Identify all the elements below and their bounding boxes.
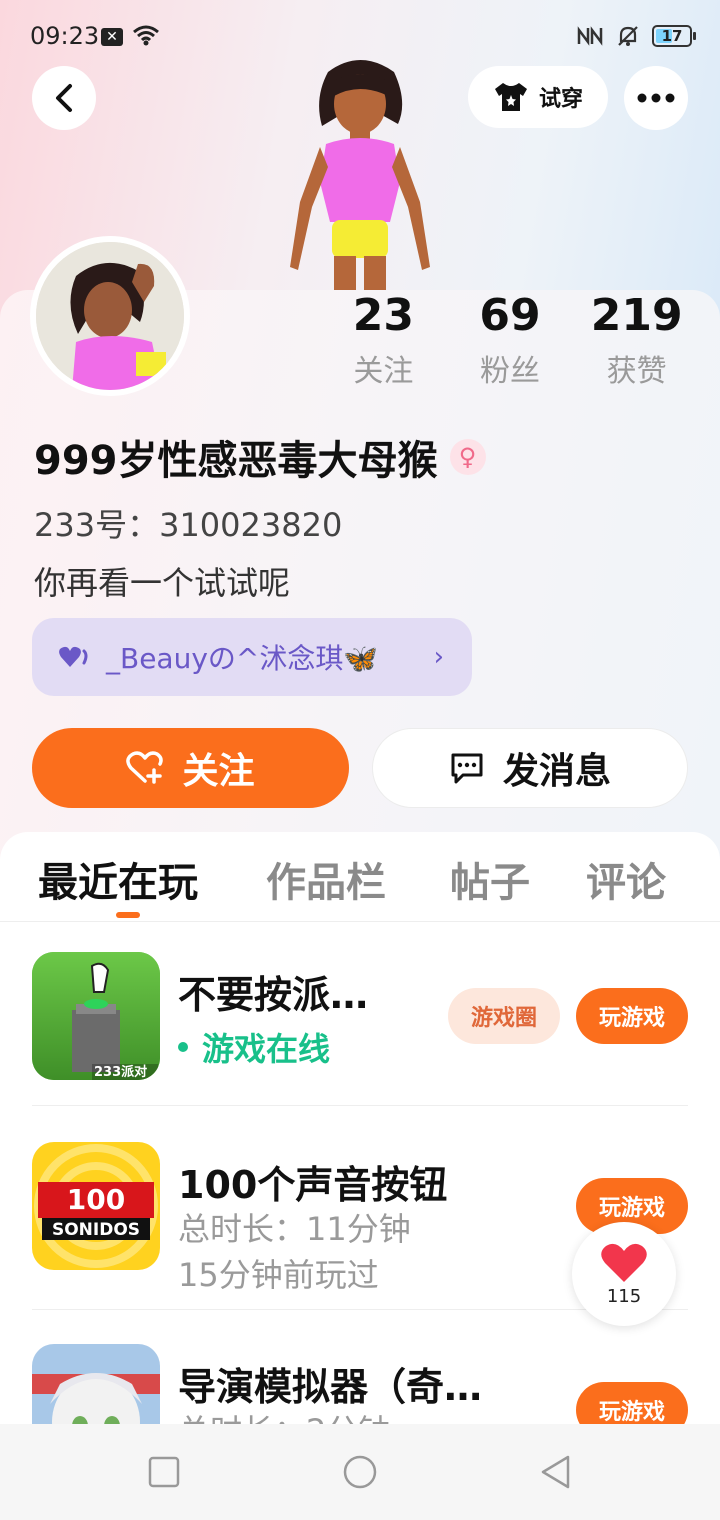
stat-likes[interactable]: 219 获赞 xyxy=(573,290,700,390)
back-triangle-icon[interactable] xyxy=(538,1454,574,1490)
tshirt-icon xyxy=(494,83,527,111)
chevron-left-icon xyxy=(56,84,72,112)
game-icon-label: 233派对 xyxy=(94,1064,147,1080)
game-list-item[interactable]: 233派对 不要按派… 游戏在线 游戏圈 玩游戏 xyxy=(32,952,688,1106)
nfc-icon xyxy=(577,26,603,46)
tab-works[interactable]: 作品栏 xyxy=(266,850,386,908)
game-circle-button[interactable]: 游戏圈 xyxy=(448,988,560,1044)
stat-likes-label: 获赞 xyxy=(606,354,667,389)
play-game-button[interactable]: 玩游戏 xyxy=(576,988,688,1044)
game-list-item[interactable]: 导演模拟器（奇… 总时长：2分钟 玩游戏 xyxy=(32,1344,688,1432)
stat-followers-count: 69 xyxy=(479,290,541,341)
more-options-button[interactable] xyxy=(624,66,688,130)
like-count: 115 xyxy=(606,1285,642,1307)
avatar-image xyxy=(36,242,184,390)
game-icon: 100 SONIDOS xyxy=(32,1142,160,1270)
username: 999岁性感恶毒大母猴 ♀ xyxy=(34,428,486,486)
game-icon-number: 100 xyxy=(67,1183,125,1216)
try-on-label: 试穿 xyxy=(538,87,583,112)
heart-plus-icon xyxy=(126,751,164,784)
tab-bar: 最近在玩 作品栏 帖子 评论 xyxy=(0,832,720,922)
game-title: 不要按派… xyxy=(178,973,369,1017)
like-float-button[interactable]: 115 xyxy=(572,1222,676,1326)
send-message-label: 发消息 xyxy=(502,751,611,792)
game-title: 100个声音按钮 xyxy=(178,1163,448,1207)
avatar[interactable] xyxy=(30,236,190,396)
back-button[interactable] xyxy=(32,66,96,130)
wifi-icon xyxy=(133,25,159,46)
active-tab-indicator xyxy=(116,912,140,918)
stat-following-label: 关注 xyxy=(353,354,414,389)
game-icon xyxy=(32,1344,160,1432)
game-online-label: 游戏在线 xyxy=(202,1030,331,1068)
mute-bell-icon xyxy=(618,26,638,46)
couple-tag-label: _Beauyの^沭念琪🦋 xyxy=(106,642,379,675)
heart-icon xyxy=(601,1243,647,1282)
avatar-character-image xyxy=(290,60,430,292)
follow-label: 关注 xyxy=(182,751,255,792)
tab-comments[interactable]: 评论 xyxy=(586,850,666,908)
game-online-status: 游戏在线 xyxy=(178,1024,330,1070)
content-panel: 最近在玩 作品栏 帖子 评论 233派对 不要按派… 游戏在线 游戏圈 玩游戏 … xyxy=(0,832,720,1432)
stat-followers-label: 粉丝 xyxy=(480,354,540,389)
more-dots-icon xyxy=(637,93,675,103)
system-navigation-bar xyxy=(0,1424,720,1520)
follow-button[interactable]: 关注 xyxy=(32,728,349,808)
online-dot-icon xyxy=(178,1042,188,1052)
game-last-played: 15分钟前玩过 xyxy=(178,1256,379,1294)
stat-followers[interactable]: 69 粉丝 xyxy=(447,290,574,390)
tab-recently-played[interactable]: 最近在玩 xyxy=(38,850,198,908)
game-icon-subtitle: SONIDOS xyxy=(52,1220,140,1240)
try-on-button[interactable]: 试穿 xyxy=(468,66,608,128)
bio: 你再看一个试试呢 xyxy=(34,564,291,602)
game-icon: 233派对 xyxy=(32,952,160,1080)
tab-posts[interactable]: 帖子 xyxy=(450,850,530,908)
user-id[interactable]: 233号：310023820 xyxy=(34,500,342,546)
stat-following-count: 23 xyxy=(352,290,414,341)
game-title: 导演模拟器（奇… xyxy=(178,1365,483,1409)
stat-following[interactable]: 23 关注 xyxy=(320,290,447,390)
username-text: 999岁性感恶毒大母猴 xyxy=(34,438,438,484)
home-icon[interactable] xyxy=(342,1454,378,1490)
notification-icon: ✕ xyxy=(101,28,123,46)
chat-bubble-icon xyxy=(451,753,483,784)
battery-indicator: 17 xyxy=(652,25,696,47)
profile-stats: 23 关注 69 粉丝 219 获赞 xyxy=(320,290,700,390)
game-play-duration: 总时长：11分钟 xyxy=(178,1210,411,1248)
couple-tag[interactable]: _Beauyの^沭念琪🦋 › xyxy=(32,618,472,696)
stat-likes-count: 219 xyxy=(590,290,683,341)
double-heart-icon xyxy=(59,646,88,667)
chevron-right-icon: › xyxy=(433,642,444,672)
send-message-button[interactable]: 发消息 xyxy=(372,728,688,808)
female-gender-icon: ♀ xyxy=(449,439,486,475)
status-time: 09:23 xyxy=(30,22,100,50)
recent-apps-icon[interactable] xyxy=(146,1454,182,1490)
